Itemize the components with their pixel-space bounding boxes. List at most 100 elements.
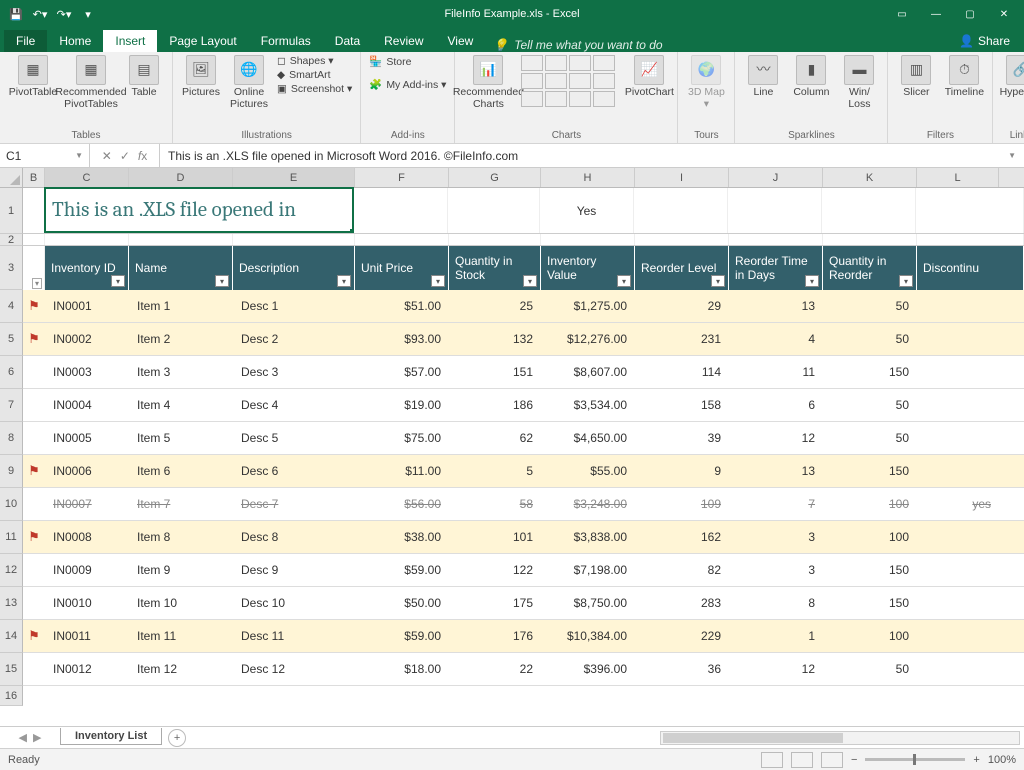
cancel-formula-icon[interactable]: ✕ [102, 149, 112, 163]
cell-description[interactable]: Desc 1 [233, 290, 355, 322]
table-row[interactable]: IN0012Item 12Desc 12$18.0022$396.0036125… [23, 653, 1024, 686]
cell-discontinued[interactable] [917, 554, 999, 586]
select-all-triangle[interactable] [0, 168, 23, 187]
cell-inventory-id[interactable]: IN0012 [45, 653, 129, 685]
close-icon[interactable]: ✕ [988, 4, 1020, 24]
cell-qty-stock[interactable]: 186 [449, 389, 541, 421]
online-pictures-button[interactable]: 🌐Online Pictures [229, 55, 269, 110]
cell-unit-price[interactable]: $59.00 [355, 554, 449, 586]
row-header[interactable]: 15 [0, 653, 23, 686]
col-E[interactable]: E [233, 168, 355, 187]
column-headers[interactable]: B C D E F G H I J K L [0, 168, 1024, 188]
store-button[interactable]: 🏪 Store [369, 55, 446, 68]
screenshot-button[interactable]: ▣ Screenshot ▾ [277, 83, 352, 95]
cell-reorder-days[interactable]: 7 [729, 488, 823, 520]
cell-unit-price[interactable]: $50.00 [355, 587, 449, 619]
cell-discontinued[interactable] [917, 653, 999, 685]
tell-me-box[interactable]: 💡Tell me what you want to do [493, 38, 662, 52]
cell-description[interactable]: Desc 12 [233, 653, 355, 685]
table-row[interactable]: ⚑IN0002Item 2Desc 2$93.00132$12,276.0023… [23, 323, 1024, 356]
cell-reorder-level[interactable]: 114 [635, 356, 729, 388]
undo-icon[interactable]: ↶▾ [30, 4, 50, 24]
col-J[interactable]: J [729, 168, 823, 187]
view-pagelayout-button[interactable] [791, 752, 813, 768]
cell-description[interactable]: Desc 4 [233, 389, 355, 421]
tab-nav-next-icon[interactable]: ▶ [33, 731, 41, 744]
table-row[interactable]: IN0003Item 3Desc 3$57.00151$8,607.001141… [23, 356, 1024, 389]
cell-reorder-days[interactable]: 13 [729, 290, 823, 322]
cell-inventory-value[interactable]: $7,198.00 [541, 554, 635, 586]
cell-qty-stock[interactable]: 5 [449, 455, 541, 487]
row-header[interactable]: 12 [0, 554, 23, 587]
col-B[interactable]: B [23, 168, 45, 187]
col-C[interactable]: C [45, 168, 129, 187]
cell-reorder-level[interactable]: 162 [635, 521, 729, 553]
cell-qty-stock[interactable]: 62 [449, 422, 541, 454]
th-unit-price[interactable]: Unit Price▾ [355, 246, 449, 290]
cell-unit-price[interactable]: $57.00 [355, 356, 449, 388]
cell-inventory-id[interactable]: IN0009 [45, 554, 129, 586]
cell-qty-stock[interactable]: 176 [449, 620, 541, 652]
pivottable-button[interactable]: ▦PivotTable [8, 55, 58, 99]
accept-formula-icon[interactable]: ✓ [120, 149, 130, 163]
cell-reorder-level[interactable]: 231 [635, 323, 729, 355]
cell-inventory-value[interactable]: $10,384.00 [541, 620, 635, 652]
cell-unit-price[interactable]: $75.00 [355, 422, 449, 454]
cell-reorder-level[interactable]: 82 [635, 554, 729, 586]
cell-discontinued[interactable] [917, 587, 999, 619]
th-name[interactable]: Name▾ [129, 246, 233, 290]
row-header[interactable]: 4 [0, 290, 23, 323]
cell-qty-stock[interactable]: 151 [449, 356, 541, 388]
table-row[interactable]: IN0010Item 10Desc 10$50.00175$8,750.0028… [23, 587, 1024, 620]
cell-reorder-days[interactable]: 12 [729, 653, 823, 685]
fx-icon[interactable]: fx [138, 149, 147, 163]
add-sheet-button[interactable]: + [168, 729, 186, 747]
share-button[interactable]: 👤Share [945, 30, 1024, 52]
cell-discontinued[interactable] [917, 620, 999, 652]
cell-inventory-value[interactable]: $3,248.00 [541, 488, 635, 520]
worksheet-area[interactable]: B C D E F G H I J K L 123456789101112131… [0, 168, 1024, 726]
cell-qty-reorder[interactable]: 150 [823, 554, 917, 586]
th-inventory-value[interactable]: Inventory Value▾ [541, 246, 635, 290]
cell-inventory-id[interactable]: IN0007 [45, 488, 129, 520]
table-row[interactable]: ⚑IN0008Item 8Desc 8$38.00101$3,838.00162… [23, 521, 1024, 554]
tab-formulas[interactable]: Formulas [249, 30, 323, 52]
timeline-button[interactable]: ⏱Timeline [944, 55, 984, 99]
cell-qty-reorder[interactable]: 100 [823, 620, 917, 652]
cell-name[interactable]: Item 9 [129, 554, 233, 586]
cell-qty-reorder[interactable]: 100 [823, 521, 917, 553]
cell-inventory-id[interactable]: IN0006 [45, 455, 129, 487]
recommended-pivot-button[interactable]: ▦Recommended PivotTables [66, 55, 116, 110]
cell-description[interactable]: Desc 7 [233, 488, 355, 520]
cell-unit-price[interactable]: $38.00 [355, 521, 449, 553]
cell-discontinued[interactable] [917, 323, 999, 355]
cell-reorder-days[interactable]: 3 [729, 521, 823, 553]
cell-qty-reorder[interactable]: 50 [823, 653, 917, 685]
cell-inventory-value[interactable]: $396.00 [541, 653, 635, 685]
cell-description[interactable]: Desc 9 [233, 554, 355, 586]
table-row[interactable]: ⚑IN0011Item 11Desc 11$59.00176$10,384.00… [23, 620, 1024, 653]
save-icon[interactable]: 💾 [6, 4, 26, 24]
col-D[interactable]: D [129, 168, 233, 187]
cell-inventory-value[interactable]: $3,838.00 [541, 521, 635, 553]
horizontal-scrollbar[interactable] [660, 731, 1020, 745]
zoom-out-icon[interactable]: − [851, 754, 857, 766]
hyperlink-button[interactable]: 🔗Hyperlink [1001, 55, 1024, 99]
cell-unit-price[interactable]: $93.00 [355, 323, 449, 355]
cell-discontinued[interactable] [917, 521, 999, 553]
view-pagebreak-button[interactable] [821, 752, 843, 768]
sparkline-column-button[interactable]: ▮Column [791, 55, 831, 99]
cell-name[interactable]: Item 2 [129, 323, 233, 355]
sparkline-winloss-button[interactable]: ▬Win/ Loss [839, 55, 879, 110]
th-reorder-level[interactable]: Reorder Level▾ [635, 246, 729, 290]
cell-qty-stock[interactable]: 25 [449, 290, 541, 322]
pivotchart-button[interactable]: 📈PivotChart [629, 55, 669, 99]
th-reorder-days[interactable]: Reorder Time in Days▾ [729, 246, 823, 290]
cell-inventory-id[interactable]: IN0008 [45, 521, 129, 553]
myaddins-button[interactable]: 🧩 My Add-ins ▾ [369, 78, 446, 91]
cell-reorder-days[interactable]: 8 [729, 587, 823, 619]
cell-unit-price[interactable]: $59.00 [355, 620, 449, 652]
tab-review[interactable]: Review [372, 30, 435, 52]
pictures-button[interactable]: 🖼Pictures [181, 55, 221, 99]
cell-inventory-id[interactable]: IN0010 [45, 587, 129, 619]
